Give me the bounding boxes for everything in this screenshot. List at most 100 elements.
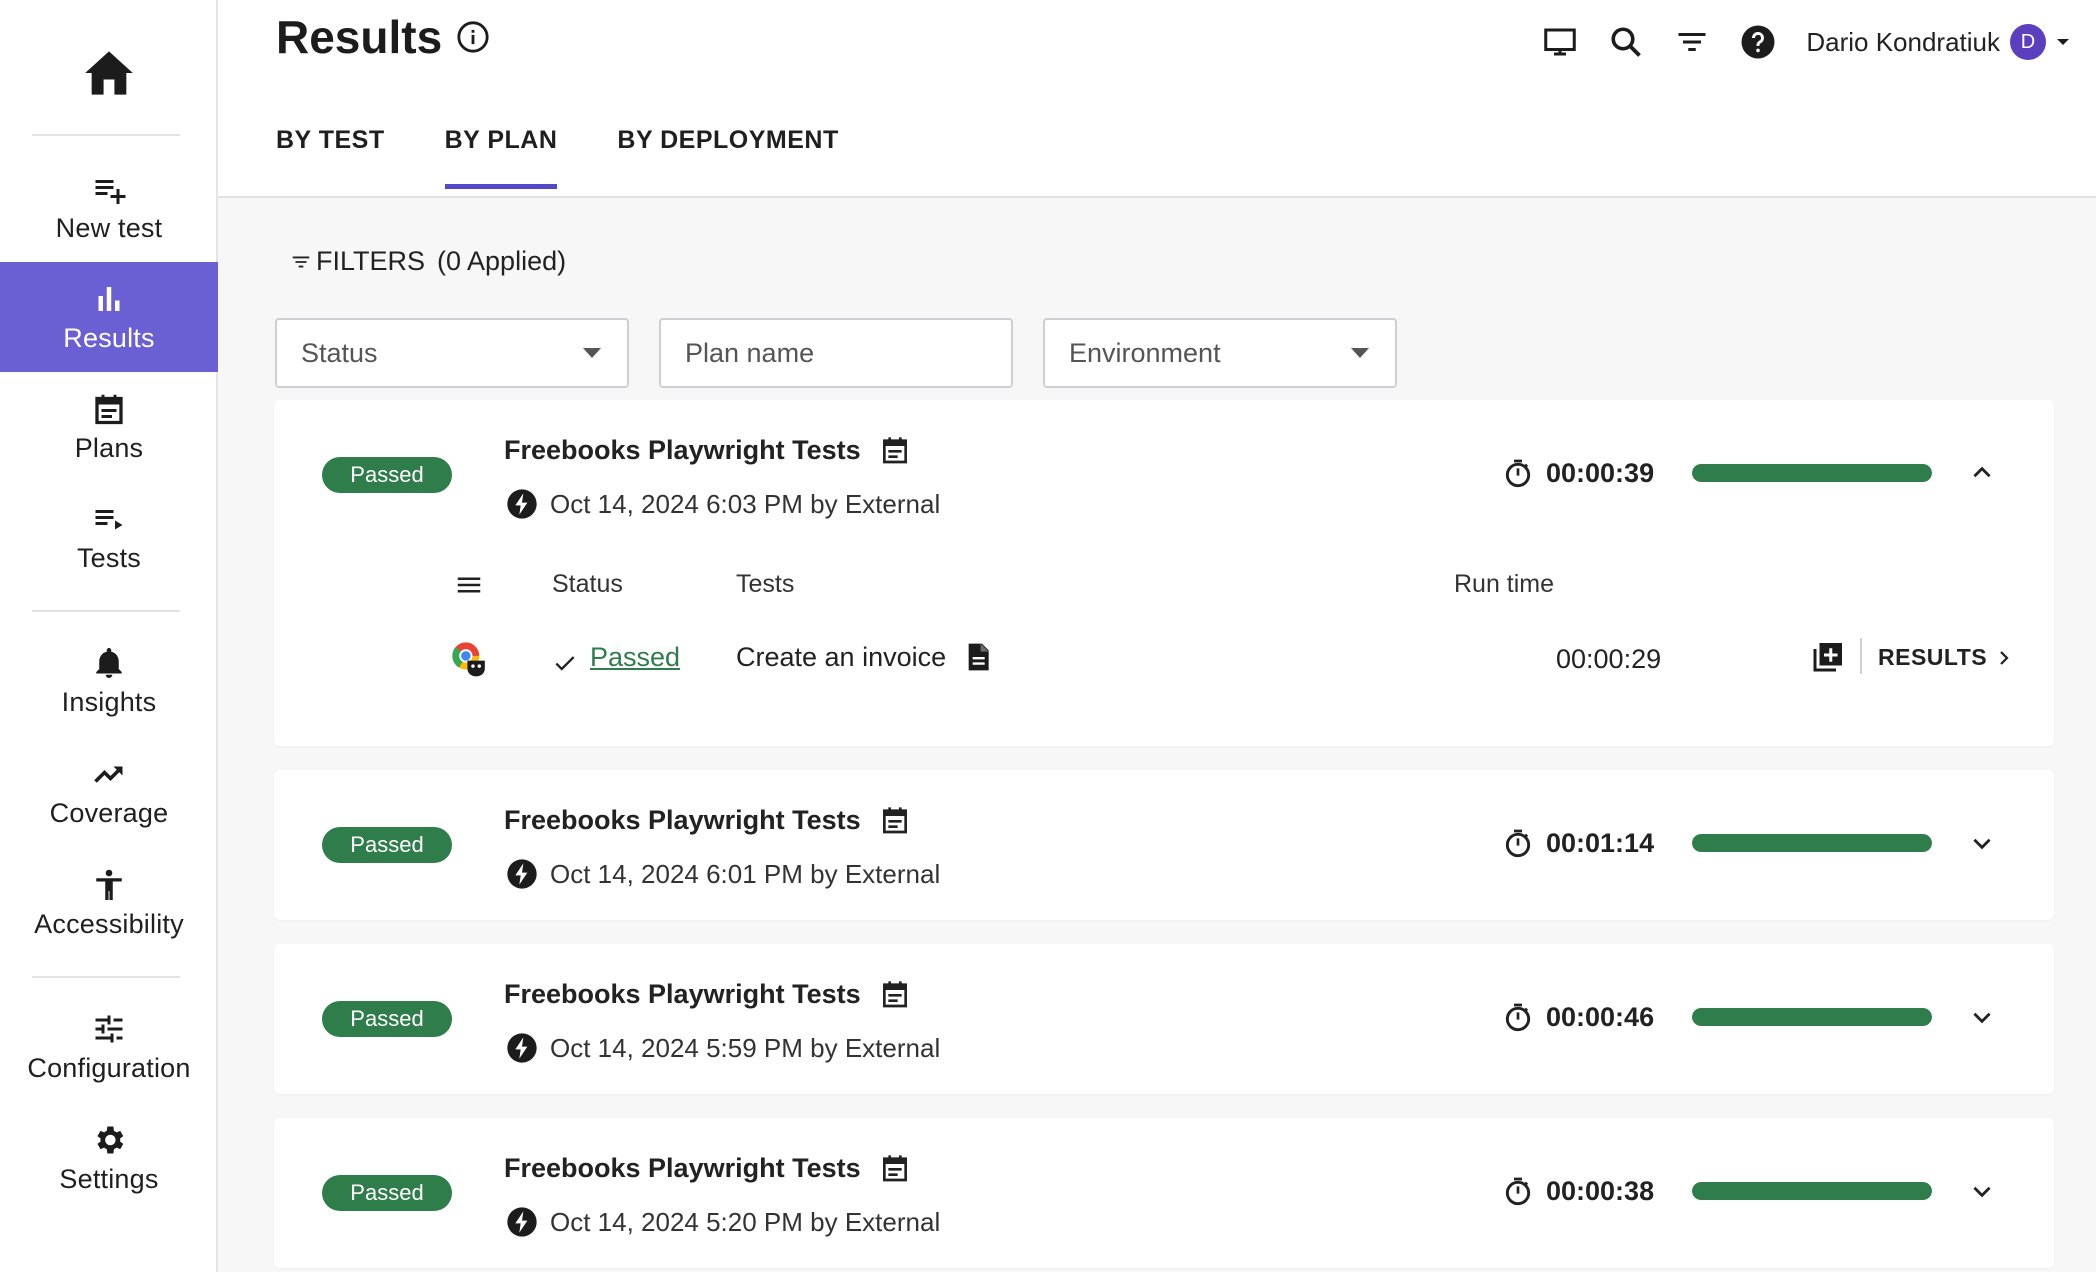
- filter-button[interactable]: [1674, 24, 1710, 60]
- filter-icon: [1678, 33, 1706, 51]
- user-menu[interactable]: Dario Kondratiuk D: [1806, 24, 2070, 60]
- sidebar-item-tests[interactable]: Tests: [0, 482, 218, 592]
- bar-chart-icon: [98, 286, 120, 311]
- timer-icon: [1505, 1003, 1531, 1032]
- status-select[interactable]: Status: [275, 318, 629, 388]
- document-icon[interactable]: [962, 640, 994, 674]
- caret-down-icon: [2057, 39, 2069, 45]
- status-select-placeholder: Status: [301, 337, 378, 368]
- page-title-text: Results: [276, 11, 443, 63]
- filters-toggle[interactable]: FILTERS (0 Applied): [290, 246, 566, 277]
- plan-run-info: Oct 14, 2024 5:59 PM by External: [506, 1032, 940, 1064]
- plan-run-text: Oct 14, 2024 5:20 PM by External: [550, 1206, 941, 1237]
- chevron-down-icon: [1973, 1186, 1991, 1198]
- calendar-icon[interactable]: [879, 434, 911, 466]
- status-badge: Passed: [322, 457, 452, 493]
- results-button[interactable]: RESULTS: [1878, 644, 2013, 671]
- main-content: Results Dario Kondratiuk D BY TEST BY PL…: [218, 0, 2096, 1272]
- sidebar-item-label: Plans: [74, 432, 144, 463]
- plan-name-input[interactable]: Plan name: [659, 318, 1013, 388]
- avatar: D: [2010, 24, 2046, 60]
- user-name: Dario Kondratiuk: [1806, 26, 2000, 57]
- monitor-icon: [1544, 28, 1577, 56]
- plan-title: Freebooks Playwright Tests: [504, 804, 911, 836]
- plan-run-text: Oct 14, 2024 6:01 PM by External: [550, 858, 941, 889]
- progress-bar: [1692, 1182, 1932, 1200]
- progress-bar: [1692, 464, 1932, 482]
- results-button-label: RESULTS: [1878, 644, 1988, 670]
- sidebar-item-label: Tests: [76, 542, 142, 573]
- timer-icon: [1505, 829, 1531, 858]
- filters-applied-count: (0 Applied): [437, 246, 567, 276]
- column-header-status: Status: [552, 570, 623, 598]
- test-status-link[interactable]: Passed: [590, 642, 680, 673]
- sidebar-item-plans[interactable]: Plans: [0, 372, 218, 482]
- plan-run-text: Oct 14, 2024 6:03 PM by External: [550, 488, 941, 519]
- menu-icon: [457, 577, 481, 593]
- calendar-icon[interactable]: [879, 1152, 911, 1184]
- status-badge: Passed: [322, 1001, 452, 1037]
- duration: 00:00:38: [1502, 1175, 1654, 1207]
- expand-button[interactable]: [1964, 825, 2000, 861]
- sidebar-item-results[interactable]: Results: [0, 262, 218, 372]
- calendar-icon: [95, 394, 123, 424]
- progress-fill: [1692, 834, 1932, 852]
- calendar-icon[interactable]: [879, 804, 911, 836]
- sidebar: New test Results Plans Tests Insights Co…: [0, 0, 218, 1272]
- expand-button[interactable]: [1964, 999, 2000, 1035]
- sidebar-item-settings[interactable]: Settings: [0, 1103, 218, 1213]
- chevron-right-icon: [2000, 650, 2009, 665]
- sidebar-divider: [32, 610, 180, 612]
- lightning-icon: [507, 859, 537, 889]
- home-button[interactable]: [0, 38, 218, 108]
- plan-card: Passed Freebooks Playwright Tests Oct 14…: [274, 944, 2054, 1094]
- plan-card: Passed Freebooks Playwright Tests Oct 14…: [274, 400, 2054, 746]
- tab-by-test[interactable]: BY TEST: [276, 126, 385, 185]
- browser-playwright-icon: [452, 642, 485, 677]
- progress-fill: [1692, 1182, 1932, 1200]
- monitor-button[interactable]: [1542, 24, 1578, 60]
- add-to-queue-icon[interactable]: [1809, 640, 1845, 676]
- plan-name-placeholder: Plan name: [685, 337, 815, 368]
- help-button[interactable]: [1740, 24, 1776, 60]
- environment-select[interactable]: Environment: [1043, 318, 1397, 388]
- calendar-icon[interactable]: [879, 978, 911, 1010]
- sidebar-item-label: Settings: [59, 1163, 159, 1194]
- info-icon[interactable]: [456, 20, 490, 54]
- bell-icon: [96, 647, 122, 678]
- plan-card: Passed Freebooks Playwright Tests Oct 14…: [274, 1118, 2054, 1268]
- lightning-icon: [507, 1207, 537, 1237]
- columns-menu-button[interactable]: [454, 570, 484, 605]
- duration-text: 00:00:38: [1546, 1175, 1655, 1206]
- duration: 00:01:14: [1502, 827, 1654, 859]
- sidebar-item-coverage[interactable]: Coverage: [0, 737, 218, 847]
- plan-title-text: Freebooks Playwright Tests: [504, 978, 861, 1009]
- gear-icon: [97, 1126, 124, 1153]
- environment-select-placeholder: Environment: [1069, 337, 1221, 368]
- page-header: Results Dario Kondratiuk D BY TEST BY PL…: [218, 0, 2096, 198]
- tab-by-plan[interactable]: BY PLAN: [444, 126, 558, 189]
- duration: 00:00:39: [1502, 457, 1654, 489]
- tab-by-deployment[interactable]: BY DEPLOYMENT: [617, 126, 838, 185]
- chevron-down-icon: [1973, 1012, 1991, 1024]
- plan-title-text: Freebooks Playwright Tests: [504, 804, 861, 835]
- sidebar-item-accessibility[interactable]: Accessibility: [0, 848, 218, 958]
- tab-bar: BY TEST BY PLAN BY DEPLOYMENT: [276, 126, 899, 189]
- progress-bar: [1692, 834, 1932, 852]
- top-toolbar: Dario Kondratiuk D: [1542, 20, 2070, 64]
- duration-text: 00:01:14: [1546, 827, 1655, 858]
- expand-button[interactable]: [1964, 1173, 2000, 1209]
- accessibility-icon: [96, 869, 122, 900]
- plan-card: Passed Freebooks Playwright Tests Oct 14…: [274, 770, 2054, 920]
- status-badge: Passed: [322, 827, 452, 863]
- sidebar-item-new-test[interactable]: New test: [0, 152, 218, 262]
- progress-fill: [1692, 464, 1932, 482]
- sidebar-item-configuration[interactable]: Configuration: [0, 992, 218, 1102]
- sidebar-item-label: Coverage: [49, 797, 169, 828]
- collapse-button[interactable]: [1964, 455, 2000, 491]
- plan-run-info: Oct 14, 2024 6:03 PM by External: [506, 488, 940, 520]
- sidebar-item-insights[interactable]: Insights: [0, 626, 218, 736]
- filter-icon: [292, 256, 310, 267]
- dropdown-arrow-icon: [583, 348, 601, 358]
- search-button[interactable]: [1608, 24, 1644, 60]
